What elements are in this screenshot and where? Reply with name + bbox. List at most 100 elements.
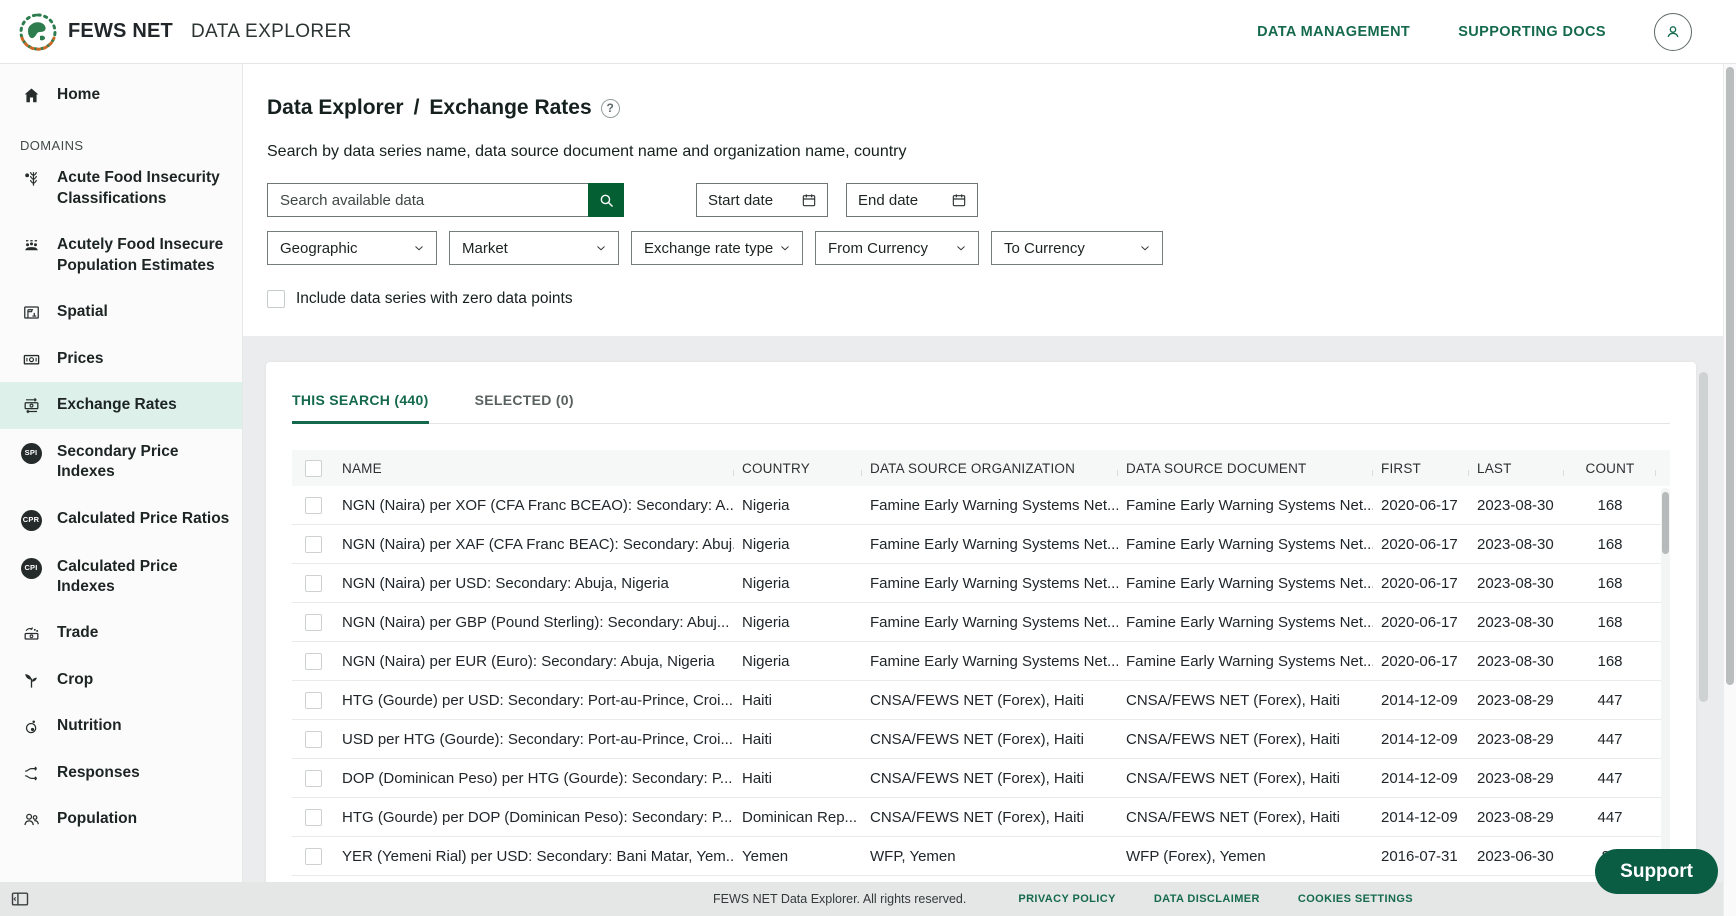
table-scrollbar-thumb[interactable] — [1662, 492, 1669, 554]
sidebar-item-prices[interactable]: Prices — [0, 336, 242, 382]
sidebar-item-responses[interactable]: Responses — [0, 750, 242, 796]
nav-link-supporting-docs[interactable]: SUPPORTING DOCS — [1458, 24, 1606, 40]
sidebar-item-calculated-price-indexes[interactable]: CPI Calculated Price Indexes — [0, 544, 242, 611]
cell-last: 2023-08-29 — [1469, 731, 1564, 748]
column-header-last[interactable]: LAST — [1469, 461, 1564, 476]
table-row[interactable]: NGN (Naira) per XAF (CFA Franc BEAC): Se… — [292, 525, 1670, 564]
sidebar-item-spatial[interactable]: Spatial — [0, 289, 242, 335]
sidebar-item-trade[interactable]: Trade — [0, 610, 242, 656]
footer-link-data-disclaimer[interactable]: DATA DISCLAIMER — [1154, 893, 1260, 905]
results-table: NAME COUNTRY DATA SOURCE ORGANIZATION DA… — [292, 450, 1670, 876]
cell-country: Nigeria — [734, 575, 862, 592]
table-row[interactable]: DOP (Dominican Peso) per HTG (Gourde): S… — [292, 759, 1670, 798]
footer-link-privacy-policy[interactable]: PRIVACY POLICY — [1018, 893, 1116, 905]
table-row[interactable]: HTG (Gourde) per USD: Secondary: Port-au… — [292, 681, 1670, 720]
filter-dropdown-to-currency[interactable]: To Currency — [991, 231, 1163, 265]
nav-link-data-management[interactable]: DATA MANAGEMENT — [1257, 24, 1410, 40]
sidebar-item-population[interactable]: Population — [0, 796, 242, 842]
help-icon[interactable]: ? — [601, 99, 620, 118]
cell-first: 2020-06-17 — [1373, 653, 1469, 670]
cell-doc: Famine Early Warning Systems Net... — [1118, 575, 1373, 592]
fews-net-logo[interactable]: FEWS NET DATA EXPLORER — [18, 12, 352, 52]
start-date-input[interactable]: Start date — [696, 183, 828, 217]
header-nav: DATA MANAGEMENT SUPPORTING DOCS — [1257, 13, 1718, 51]
cell-doc: CNSA/FEWS NET (Forex), Haiti — [1118, 731, 1373, 748]
footer: FEWS NET Data Explorer. All rights reser… — [0, 882, 1723, 916]
row-checkbox[interactable] — [305, 497, 322, 514]
row-checkbox[interactable] — [305, 653, 322, 670]
cell-doc: Famine Early Warning Systems Net... — [1118, 653, 1373, 670]
filter-dropdown-market[interactable]: Market — [449, 231, 619, 265]
sidebar-item-secondary-price-indexes[interactable]: SPI Secondary Price Indexes — [0, 429, 242, 496]
row-checkbox[interactable] — [305, 614, 322, 631]
cell-org: CNSA/FEWS NET (Forex), Haiti — [862, 770, 1118, 787]
column-header-country[interactable]: COUNTRY — [734, 461, 862, 476]
row-checkbox[interactable] — [305, 731, 322, 748]
footer-link-cookies-settings[interactable]: COOKIES SETTINGS — [1298, 893, 1413, 905]
sidebar-item-label: Acute Food Insecurity Classifications — [57, 168, 230, 209]
cell-org: Famine Early Warning Systems Net... — [862, 653, 1118, 670]
filter-dropdown-label: Exchange rate type — [644, 240, 773, 257]
filter-dropdown-label: From Currency — [828, 240, 928, 257]
search-button[interactable] — [588, 183, 624, 217]
sidebar-item-nutrition[interactable]: Nutrition — [0, 703, 242, 749]
filter-dropdown-exchange-rate-type[interactable]: Exchange rate type — [631, 231, 803, 265]
row-checkbox[interactable] — [305, 770, 322, 787]
chevron-down-icon — [1138, 241, 1152, 255]
sidebar-item-crop[interactable]: Crop — [0, 657, 242, 703]
tab-this-search-440[interactable]: THIS SEARCH (440) — [292, 392, 429, 423]
table-row[interactable]: NGN (Naira) per GBP (Pound Sterling): Se… — [292, 603, 1670, 642]
column-header-org[interactable]: DATA SOURCE ORGANIZATION — [862, 461, 1118, 476]
window-scrollbar-thumb[interactable] — [1726, 67, 1734, 685]
cell-first: 2014-12-09 — [1373, 692, 1469, 709]
row-checkbox[interactable] — [305, 536, 322, 553]
table-row[interactable]: NGN (Naira) per EUR (Euro): Secondary: A… — [292, 642, 1670, 681]
trade-icon — [20, 624, 42, 643]
row-checkbox[interactable] — [305, 809, 322, 826]
column-header-first[interactable]: FIRST — [1373, 461, 1469, 476]
afi-classifications-icon — [20, 169, 42, 188]
zero-data-checkbox[interactable] — [267, 290, 285, 308]
sidebar-item-label: Responses — [57, 763, 140, 783]
table-row[interactable]: HTG (Gourde) per DOP (Dominican Peso): S… — [292, 798, 1670, 837]
select-all-checkbox[interactable] — [305, 460, 322, 477]
table-row[interactable]: YER (Yemeni Rial) per USD: Secondary: Ba… — [292, 837, 1670, 876]
spi-badge-icon: SPI — [20, 443, 42, 464]
cell-org: CNSA/FEWS NET (Forex), Haiti — [862, 809, 1118, 826]
search-input[interactable] — [268, 184, 588, 216]
sidebar-item-calculated-price-ratios[interactable]: CPR Calculated Price Ratios — [0, 496, 242, 544]
row-checkbox[interactable] — [305, 848, 322, 865]
column-header-doc[interactable]: DATA SOURCE DOCUMENT — [1118, 461, 1373, 476]
pane-scrollbar-thumb[interactable] — [1699, 372, 1708, 702]
cell-count: 447 — [1564, 809, 1656, 826]
responses-icon — [20, 764, 42, 783]
row-checkbox[interactable] — [305, 575, 322, 592]
table-row[interactable]: NGN (Naira) per XOF (CFA Franc BCEAO): S… — [292, 486, 1670, 525]
end-date-label: End date — [858, 192, 918, 209]
table-header-row: NAME COUNTRY DATA SOURCE ORGANIZATION DA… — [292, 450, 1670, 486]
end-date-input[interactable]: End date — [846, 183, 978, 217]
filter-dropdown-geographic[interactable]: Geographic — [267, 231, 437, 265]
column-header-count[interactable]: COUNT — [1564, 461, 1656, 476]
filter-dropdown-from-currency[interactable]: From Currency — [815, 231, 979, 265]
cell-doc: Famine Early Warning Systems Net... — [1118, 497, 1373, 514]
cell-last: 2023-08-30 — [1469, 653, 1564, 670]
user-account-button[interactable] — [1654, 13, 1692, 51]
table-row[interactable]: NGN (Naira) per USD: Secondary: Abuja, N… — [292, 564, 1670, 603]
column-header-name[interactable]: NAME — [334, 461, 734, 476]
tab-selected-0[interactable]: SELECTED (0) — [475, 392, 574, 423]
sidebar-item-label: Population — [57, 809, 137, 829]
row-checkbox[interactable] — [305, 692, 322, 709]
zero-data-label: Include data series with zero data point… — [296, 290, 573, 308]
sidebar-item-home[interactable]: Home — [0, 72, 242, 118]
support-button[interactable]: Support — [1595, 849, 1718, 894]
cell-name: HTG (Gourde) per USD: Secondary: Port-au… — [334, 692, 734, 709]
table-row[interactable]: USD per HTG (Gourde): Secondary: Port-au… — [292, 720, 1670, 759]
breadcrumb-parent[interactable]: Data Explorer — [267, 96, 404, 120]
cell-doc: Famine Early Warning Systems Net... — [1118, 536, 1373, 553]
sidebar-item-exchange-rates[interactable]: Exchange Rates — [0, 382, 242, 428]
cell-name: HTG (Gourde) per DOP (Dominican Peso): S… — [334, 809, 734, 826]
sidebar-collapse-button[interactable] — [10, 889, 30, 909]
sidebar-item-acutely-food-insecure-population-estimates[interactable]: Acutely Food Insecure Population Estimat… — [0, 222, 242, 289]
sidebar-item-acute-food-insecurity-classifications[interactable]: Acute Food Insecurity Classifications — [0, 155, 242, 222]
